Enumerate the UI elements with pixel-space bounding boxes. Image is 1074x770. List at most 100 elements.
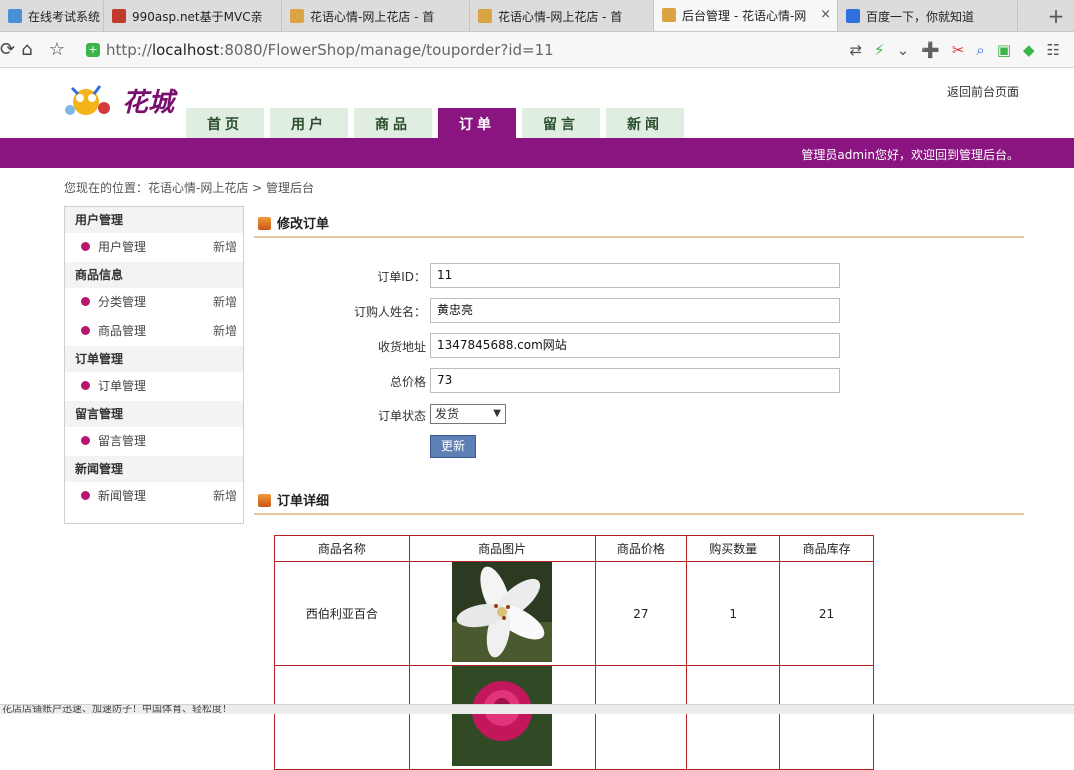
apps-grid-icon[interactable]: ☷ (1047, 41, 1060, 59)
sidebar-item-order-manage[interactable]: 订单管理 (65, 372, 243, 401)
tab-title: 百度一下，你就知道 (866, 9, 975, 24)
update-button[interactable]: 更新 (430, 435, 476, 458)
product-image-lily (452, 562, 553, 662)
product-stock-cell (779, 665, 874, 770)
product-name-cell: 西伯利亚百合 (274, 561, 410, 666)
shield-icon[interactable]: ◆ (1023, 41, 1035, 59)
browser-tab[interactable]: 花语心情-网上花店 - 首 (470, 1, 654, 31)
section-title-text: 修改订单 (277, 217, 330, 232)
order-id-input[interactable]: 11 (430, 263, 840, 288)
address-label: 收货地址 (377, 340, 426, 354)
section-title-edit-order: 修改订单 (258, 213, 329, 232)
dropdown-arrow-icon: ▼ (493, 408, 501, 419)
lightning-icon[interactable]: ⚡ (874, 41, 885, 59)
url-path: :8080/FlowerShop/manage/touporder?id=11 (219, 40, 554, 59)
nav-users[interactable]: 用户 (270, 108, 348, 138)
sidebar-item-label: 留言管理 (98, 434, 147, 448)
column-header: 商品价格 (594, 535, 688, 562)
favorite-star-icon[interactable]: ☆ (42, 39, 72, 60)
home-icon[interactable]: ⌂ (12, 39, 42, 60)
browser-tab[interactable]: 百度一下，你就知道 (838, 1, 1018, 31)
tab-title: 花语心情-网上花店 - 首 (498, 9, 623, 24)
sidebar-add-link[interactable]: 新增 (213, 482, 237, 511)
section-arrow-icon (258, 494, 271, 507)
product-name-cell (274, 665, 410, 770)
nav-messages[interactable]: 留言 (522, 108, 600, 138)
sidebar-item-user-manage[interactable]: 用户管理 新增 (65, 233, 243, 262)
bullet-icon (81, 491, 90, 500)
column-header: 商品图片 (408, 535, 596, 562)
product-image-rose (452, 666, 553, 766)
sidebar-item-category-manage[interactable]: 分类管理 新增 (65, 288, 243, 317)
buyer-name-input[interactable]: 黄忠亮 (430, 298, 840, 323)
column-header: 购买数量 (686, 535, 781, 562)
purchase-qty-cell: 1 (686, 561, 781, 666)
total-price-label: 总价格 (389, 375, 426, 389)
nav-products[interactable]: 商品 (354, 108, 432, 138)
search-icon[interactable]: ⌕ (976, 41, 984, 59)
sidebar-add-link[interactable]: 新增 (213, 317, 237, 346)
order-status-label: 订单状态 (377, 409, 426, 423)
browser-tab[interactable]: 990asp.net基于MVC亲 (104, 1, 282, 31)
order-id-label: 订单ID： (377, 270, 426, 284)
section-title-text: 订单详细 (277, 494, 330, 509)
breadcrumb: 您现在的位置：花语心情-网上花店 > 管理后台 (64, 181, 315, 195)
bullet-icon (81, 381, 90, 390)
welcome-text: 管理员admin您好，欢迎回到管理后台。 (801, 148, 1019, 162)
browser-tab[interactable]: 花语心情-网上花店 - 首 (282, 1, 470, 31)
sidebar-item-label: 商品管理 (98, 324, 147, 338)
form-row-status: 订单状态 发货 ▼ (300, 404, 840, 430)
order-detail-table: 商品名称 商品图片 商品价格 购买数量 商品库存 西伯利亚百合 27 1 21 (274, 535, 874, 770)
section-divider (254, 513, 1024, 515)
sidebar-group-title: 订单管理 (65, 346, 243, 372)
chevron-down-icon[interactable]: ⌄ (897, 41, 910, 59)
sidebar-group-title: 商品信息 (65, 262, 243, 288)
address-input[interactable]: 1347845688.com网站 (430, 333, 840, 358)
refresh-icon[interactable]: ⟳ (0, 39, 15, 60)
sidebar-add-link[interactable]: 新增 (213, 233, 237, 262)
close-tab-icon[interactable]: × (820, 7, 831, 22)
sidebar-item-label: 新闻管理 (98, 489, 147, 503)
back-to-frontend-link[interactable]: 返回前台页面 (947, 83, 1019, 100)
share-icon[interactable]: ⇄ (849, 41, 862, 59)
game-icon[interactable]: ▣ (997, 41, 1011, 59)
bullet-icon (81, 326, 90, 335)
sidebar-group-title: 新闻管理 (65, 456, 243, 482)
sidebar-add-link[interactable]: 新增 (213, 288, 237, 317)
url-field[interactable]: + http://localhost:8080/FlowerShop/manag… (86, 41, 686, 59)
browser-tab[interactable]: 在线考试系统 (0, 1, 104, 31)
new-tab-button[interactable]: + (1038, 1, 1074, 31)
browser-status-bar: 花店店铺账户迅速、加速防子！中国体育、轻松度！ (0, 704, 1074, 714)
table-row: 西伯利亚百合 27 1 21 (274, 561, 874, 666)
nav-home[interactable]: 首页 (186, 108, 264, 138)
product-image-cell (408, 561, 596, 666)
purchase-qty-cell (686, 665, 781, 770)
tab-title: 后台管理 - 花语心情-网 (682, 8, 807, 23)
scissors-icon[interactable]: ✂ (952, 41, 965, 59)
address-bar: ⟳ ⌂ ☆ + http://localhost:8080/FlowerShop… (0, 32, 1074, 68)
sidebar-item-message-manage[interactable]: 留言管理 (65, 427, 243, 456)
tab-title: 花语心情-网上花店 - 首 (310, 9, 435, 24)
tab-title: 990asp.net基于MVC亲 (132, 9, 263, 24)
tab-title: 在线考试系统 (28, 9, 101, 24)
buyer-name-label: 订购人姓名： (353, 305, 426, 319)
sidebar-item-news-manage[interactable]: 新闻管理 新增 (65, 482, 243, 511)
translate-icon[interactable]: ➕ (921, 41, 940, 59)
order-status-select[interactable]: 发货 ▼ (430, 404, 506, 424)
url-host: localhost (151, 40, 220, 59)
sidebar-item-label: 订单管理 (98, 379, 147, 393)
table-header-row: 商品名称 商品图片 商品价格 购买数量 商品库存 (274, 535, 874, 562)
sidebar-item-label: 分类管理 (98, 295, 147, 309)
form-row-order-id: 订单ID： 11 (300, 263, 840, 289)
total-price-input[interactable]: 73 (430, 368, 840, 393)
browser-tab-active[interactable]: 后台管理 - 花语心情-网 × (654, 0, 838, 31)
tab-favicon-icon (846, 9, 860, 23)
tab-favicon-icon (662, 8, 676, 22)
product-price-cell (594, 665, 688, 770)
sidebar-item-product-manage[interactable]: 商品管理 新增 (65, 317, 243, 346)
section-title-order-detail: 订单详细 (258, 490, 329, 509)
nav-orders[interactable]: 订单 (438, 108, 516, 138)
product-price-cell: 27 (594, 561, 688, 666)
nav-news[interactable]: 新闻 (606, 108, 684, 138)
bullet-icon (81, 436, 90, 445)
